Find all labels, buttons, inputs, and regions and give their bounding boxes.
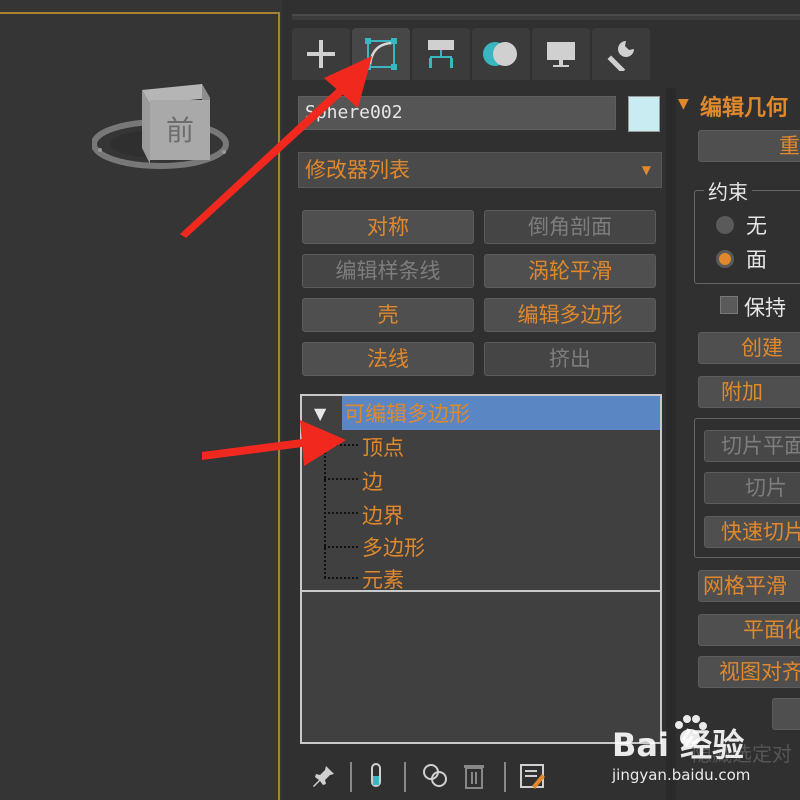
mod-button-shell[interactable]: 壳 bbox=[302, 298, 474, 332]
toolbar-separator bbox=[504, 762, 506, 792]
test-tube-icon bbox=[371, 763, 381, 787]
mod-button-edit-poly[interactable]: 编辑多边形 bbox=[484, 298, 656, 332]
viewcube[interactable]: 前 bbox=[92, 78, 252, 188]
sub-object-border[interactable]: 边界 bbox=[362, 500, 404, 530]
rollout-title-edit-geometry[interactable]: 编辑几何 bbox=[700, 90, 788, 122]
constraints-label: 约束 bbox=[704, 176, 752, 205]
pin-stack-button[interactable] bbox=[306, 758, 342, 794]
tree-branch bbox=[324, 546, 358, 548]
mod-button-symmetry[interactable]: 对称 bbox=[302, 210, 474, 244]
tree-branch bbox=[324, 512, 358, 514]
sub-object-edge[interactable]: 边 bbox=[362, 466, 383, 496]
make-unique-button[interactable] bbox=[418, 758, 454, 794]
planarize-button[interactable]: 平面化 bbox=[698, 614, 800, 646]
command-panel: Sphere002 修改器列表 ▼ 对称 倒角剖面 编辑样条线 涡轮平滑 壳 编… bbox=[282, 0, 800, 800]
make-unique-icon bbox=[423, 764, 447, 787]
constraint-face-label: 面 bbox=[746, 248, 767, 272]
meshsmooth-button[interactable]: 网格平滑 bbox=[698, 570, 800, 602]
slice-button[interactable]: 切片 bbox=[704, 472, 800, 504]
mod-button-bevel-profile[interactable]: 倒角剖面 bbox=[484, 210, 656, 244]
tab-motion[interactable] bbox=[472, 28, 530, 80]
monitor-icon bbox=[547, 42, 575, 67]
sub-object-polygon[interactable]: 多边形 bbox=[362, 532, 425, 562]
modifier-list-label: 修改器列表 bbox=[305, 158, 410, 182]
wrench-icon bbox=[607, 41, 634, 71]
tree-line bbox=[324, 432, 326, 578]
dropdown-arrow-icon: ▼ bbox=[641, 163, 651, 177]
attach-button[interactable]: 附加 bbox=[698, 376, 800, 408]
remove-modifier-button[interactable] bbox=[456, 758, 492, 794]
stack-divider bbox=[302, 590, 660, 592]
configure-modifier-sets-button[interactable] bbox=[514, 758, 550, 794]
pin-icon bbox=[313, 766, 334, 787]
stack-toolbar bbox=[300, 758, 662, 798]
viewcube-face-label: 前 bbox=[166, 114, 194, 147]
plus-icon bbox=[307, 40, 335, 68]
show-end-result-button[interactable] bbox=[358, 758, 394, 794]
viewport[interactable]: 前 bbox=[0, 0, 282, 800]
sub-object-vertex[interactable]: 顶点 bbox=[362, 432, 404, 462]
create-button[interactable]: 创建 bbox=[698, 332, 800, 364]
quick-slice-button[interactable]: 快速切片 bbox=[704, 516, 800, 548]
toolbar-separator bbox=[350, 762, 352, 792]
mod-button-edit-spline[interactable]: 编辑样条线 bbox=[302, 254, 474, 288]
constraint-none-label: 无 bbox=[746, 214, 767, 238]
preserve-uvs-checkbox[interactable] bbox=[720, 296, 738, 314]
modifier-list-dropdown[interactable]: 修改器列表 ▼ bbox=[298, 152, 662, 188]
hierarchy-icon bbox=[428, 40, 454, 68]
rollout-collapse-icon[interactable]: ▼ bbox=[678, 96, 689, 112]
tab-hierarchy[interactable] bbox=[412, 28, 470, 80]
stack-entry-label: 可编辑多边形 bbox=[344, 402, 470, 426]
mod-button-turbosmooth[interactable]: 涡轮平滑 bbox=[484, 254, 656, 288]
watermark-url: jingyan.baidu.com bbox=[612, 766, 751, 784]
stack-entry-editable-poly[interactable]: ▼ 可编辑多边形 bbox=[302, 396, 660, 430]
panel-top-bar bbox=[292, 14, 800, 20]
preserve-uvs-label: 保持 bbox=[744, 296, 786, 320]
constraint-none-radio[interactable] bbox=[716, 216, 734, 234]
toolbar-separator bbox=[404, 762, 406, 792]
collapse-triangle-icon[interactable]: ▼ bbox=[314, 404, 326, 423]
slice-plane-button[interactable]: 切片平面 bbox=[704, 430, 800, 462]
tree-branch bbox=[324, 577, 358, 579]
tab-utilities[interactable] bbox=[592, 28, 650, 80]
repeat-last-button[interactable]: 重 bbox=[698, 130, 800, 162]
rollout-scroll-strip[interactable] bbox=[666, 88, 676, 800]
constraint-face-radio[interactable] bbox=[716, 250, 734, 268]
tree-branch bbox=[324, 444, 358, 446]
mod-button-extrude[interactable]: 挤出 bbox=[484, 342, 656, 376]
motion-icon bbox=[483, 42, 517, 66]
tab-create[interactable] bbox=[292, 28, 350, 80]
trash-icon bbox=[464, 765, 484, 789]
tab-display[interactable] bbox=[532, 28, 590, 80]
object-color-swatch[interactable] bbox=[628, 96, 660, 132]
view-align-button[interactable]: 视图对齐 bbox=[698, 656, 800, 688]
modifier-stack[interactable]: ▼ 可编辑多边形 顶点 边 边界 多边形 元素 bbox=[300, 394, 662, 744]
baidu-jingyan-watermark: Bai 经验 jingyan.baidu.com bbox=[612, 712, 800, 798]
configure-list-icon bbox=[520, 764, 545, 789]
tree-branch bbox=[324, 478, 358, 480]
mod-button-normal[interactable]: 法线 bbox=[302, 342, 474, 376]
watermark-logo-text: Bai 经验 bbox=[612, 726, 745, 764]
object-name-input[interactable]: Sphere002 bbox=[298, 96, 616, 130]
modify-curve-icon bbox=[365, 38, 397, 70]
tab-modify[interactable] bbox=[352, 28, 410, 80]
